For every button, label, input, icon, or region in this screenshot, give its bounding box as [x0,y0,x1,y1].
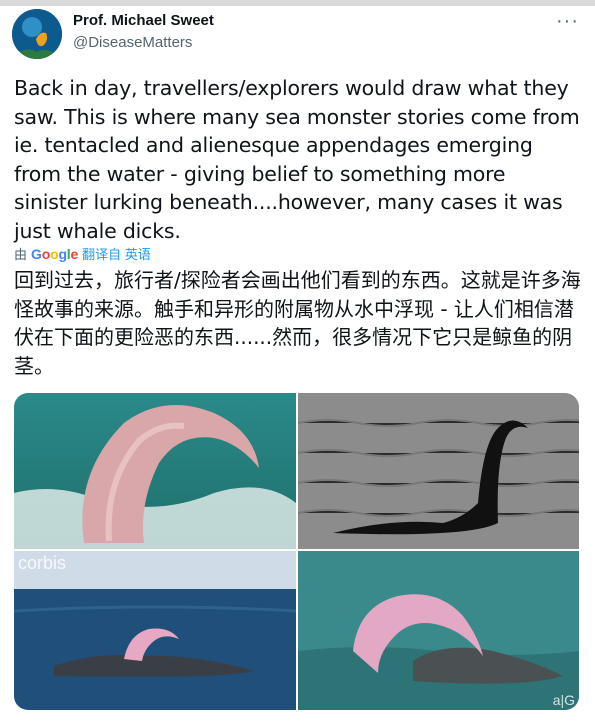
whale-photo-3 [14,551,296,710]
loch-ness-photo [298,393,579,549]
image-watermark: a|G [552,692,575,708]
tweet-text: Back in day, travellers/explorers would … [14,76,580,243]
avatar[interactable] [12,9,62,59]
diver-avatar-icon [12,9,62,59]
header-strip [0,0,595,6]
translation-prefix: 由 [14,247,28,262]
translated-text: 回到过去，旅行者/探险者会画出他们看到的东西。这就是许多海怪故事的来源。触手和异… [14,268,581,378]
media-image-1[interactable] [14,393,296,549]
author-name[interactable]: Prof. Michael Sweet [73,12,214,29]
corbis-watermark: corbis [18,553,67,573]
media-grid: corbis a|G [14,393,579,710]
media-image-2[interactable] [298,393,579,549]
whale-photo-4 [298,551,579,710]
media-image-4[interactable]: a|G [298,551,579,710]
translate-link[interactable]: 翻译自 英语 [82,244,151,263]
more-options-icon[interactable]: ··· [556,10,579,33]
whale-photo-1 [14,393,296,549]
tweet: Prof. Michael Sweet @DiseaseMatters ··· … [0,0,595,727]
author-handle[interactable]: @DiseaseMatters [73,34,192,51]
google-logo: Google [31,245,79,262]
translation-attribution: 由 Google 翻译自 英语 [14,244,151,263]
media-image-3[interactable]: corbis [14,551,296,710]
